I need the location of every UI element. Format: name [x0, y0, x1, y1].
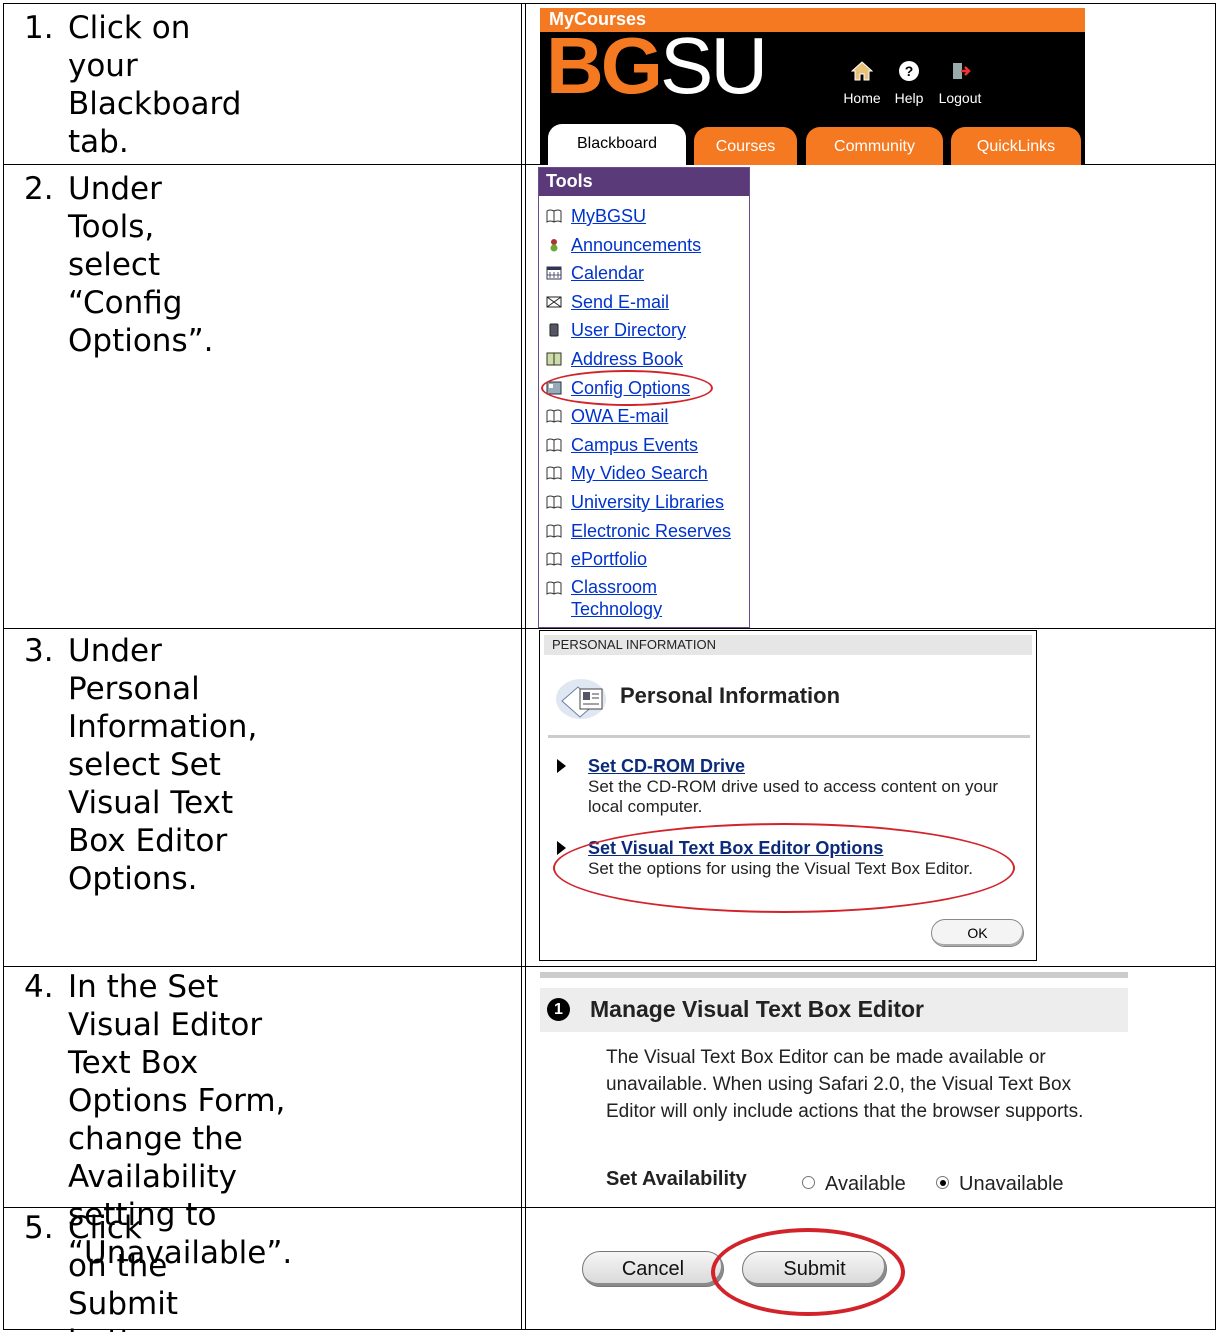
tab-courses[interactable]: Courses — [694, 127, 797, 165]
bgsu-logo: BGSU — [546, 26, 768, 106]
tool-item-university-libraries[interactable]: University Libraries — [545, 490, 749, 519]
cancel-button[interactable]: Cancel — [582, 1251, 724, 1287]
step-description: The Visual Text Box Editor can be made a… — [606, 1047, 1084, 1122]
tool-item-announcements[interactable]: Announcements — [545, 233, 749, 262]
envelope-icon — [546, 296, 562, 308]
help-icon: ? — [899, 61, 919, 81]
tab-blackboard[interactable]: Blackboard — [548, 124, 686, 165]
tool-link[interactable]: Announcements — [571, 235, 701, 255]
step-text: Under Tools, select “Config Options”. — [68, 171, 214, 359]
availability-label: Set Availability — [606, 1168, 747, 1190]
step-heading: Manage Visual Text Box Editor — [590, 996, 925, 1022]
tool-link[interactable]: OWA E-mail — [571, 406, 668, 426]
step-number: 4. — [24, 969, 54, 1005]
step-number: 3. — [24, 633, 54, 669]
arrow-icon — [557, 759, 566, 773]
book-icon — [546, 209, 562, 223]
tool-item-owa-email[interactable]: OWA E-mail — [545, 404, 749, 433]
tool-item-user-directory[interactable]: User Directory — [545, 318, 749, 347]
step-text: Click on the Submit button. — [68, 1210, 180, 1332]
megaphone-icon — [550, 238, 558, 252]
personal-info-icon — [556, 679, 606, 719]
highlight-circle — [711, 1228, 905, 1316]
tool-link[interactable]: University Libraries — [571, 492, 724, 512]
tool-link[interactable]: Campus Events — [571, 435, 698, 455]
tool-link[interactable]: Calendar — [571, 263, 644, 283]
option-description: Set the CD-ROM drive used to access cont… — [588, 777, 999, 816]
manage-editor-panel: 1 Manage Visual Text Box Editor The Visu… — [540, 972, 1130, 1200]
step-number: 5. — [24, 1210, 54, 1246]
tool-link[interactable]: Send E-mail — [571, 292, 669, 312]
tool-link[interactable]: User Directory — [571, 320, 686, 340]
logo-thin: SU — [660, 21, 768, 110]
step-badge: 1 — [547, 998, 570, 1021]
book-icon — [546, 438, 562, 452]
mycourses-header: MyCourses BGSU Home ? Help Logout Blackb… — [540, 8, 1085, 165]
step-header: 1 Manage Visual Text Box Editor — [540, 988, 1128, 1032]
radio-unavailable[interactable]: Unavailable — [936, 1173, 1064, 1196]
divider — [548, 735, 1030, 738]
svg-text:?: ? — [905, 63, 914, 79]
set-cdrom-link[interactable]: Set CD-ROM Drive — [588, 756, 745, 776]
tools-list: MyBGSU Announcements Calendar Send E-mai… — [539, 196, 749, 624]
logo-bold: BG — [546, 21, 663, 110]
calendar-icon — [546, 266, 562, 280]
radio-available[interactable]: Available — [802, 1173, 906, 1196]
column-divider — [525, 4, 526, 1329]
highlight-circle — [553, 823, 1015, 913]
book-icon — [546, 552, 562, 567]
section-heading: Personal Information — [620, 683, 841, 708]
book-icon — [546, 466, 562, 481]
book-icon — [546, 409, 562, 424]
tools-title: Tools — [539, 168, 749, 196]
row-divider-2 — [4, 628, 1215, 629]
option-cdrom: Set CD-ROM Drive Set the CD-ROM drive us… — [588, 756, 1008, 817]
tool-item-campus-events[interactable]: Campus Events — [545, 433, 749, 462]
logout-link[interactable]: Logout — [930, 60, 990, 106]
radio-button[interactable] — [802, 1176, 815, 1189]
tab-community[interactable]: Community — [806, 127, 943, 165]
step-text: Under Personal Information, select Set V… — [68, 633, 258, 897]
tool-link[interactable]: My Video Search — [571, 463, 708, 483]
radio-label: Available — [825, 1173, 906, 1195]
step-text: Click on your Blackboard tab. — [68, 10, 242, 160]
address-book-icon — [546, 352, 562, 366]
row-divider-3 — [4, 966, 1215, 967]
tool-link[interactable]: Address Book — [571, 349, 683, 369]
home-label: Home — [843, 90, 881, 106]
directory-icon — [549, 323, 559, 337]
radio-button-selected[interactable] — [936, 1176, 949, 1189]
tool-link[interactable]: ePortfolio — [571, 549, 647, 569]
tab-bar: Blackboard Courses Community QuickLinks — [540, 121, 1085, 165]
tab-quicklinks[interactable]: QuickLinks — [951, 127, 1081, 165]
tool-item-eportfolio[interactable]: ePortfolio — [545, 547, 749, 576]
step-number: 2. — [24, 171, 54, 207]
book-icon — [546, 495, 562, 509]
top-rule — [540, 972, 1128, 978]
highlight-circle — [541, 370, 713, 406]
help-label: Help — [894, 90, 924, 106]
logout-icon — [953, 63, 971, 79]
book-icon — [546, 524, 562, 538]
book-icon — [546, 581, 562, 595]
radio-label: Unavailable — [959, 1173, 1064, 1195]
column-divider-inner — [521, 4, 522, 1329]
tool-item-mybgsu[interactable]: MyBGSU — [545, 204, 749, 233]
tool-link[interactable]: Electronic Reserves — [571, 521, 731, 541]
tool-link[interactable]: MyBGSU — [571, 206, 646, 226]
tool-item-calendar[interactable]: Calendar — [545, 261, 749, 290]
tool-link[interactable]: Classroom Technology — [571, 576, 681, 620]
tool-item-electronic-reserves[interactable]: Electronic Reserves — [545, 519, 749, 548]
step-number: 1. — [24, 10, 54, 46]
tool-item-classroom-technology[interactable]: Classroom Technology — [545, 576, 749, 624]
home-icon — [851, 61, 873, 81]
logout-label: Logout — [938, 90, 982, 106]
tool-item-send-email[interactable]: Send E-mail — [545, 290, 749, 319]
section-strip: PERSONAL INFORMATION — [544, 635, 1032, 655]
tool-item-my-video-search[interactable]: My Video Search — [545, 461, 749, 490]
ok-button[interactable]: OK — [931, 919, 1024, 947]
